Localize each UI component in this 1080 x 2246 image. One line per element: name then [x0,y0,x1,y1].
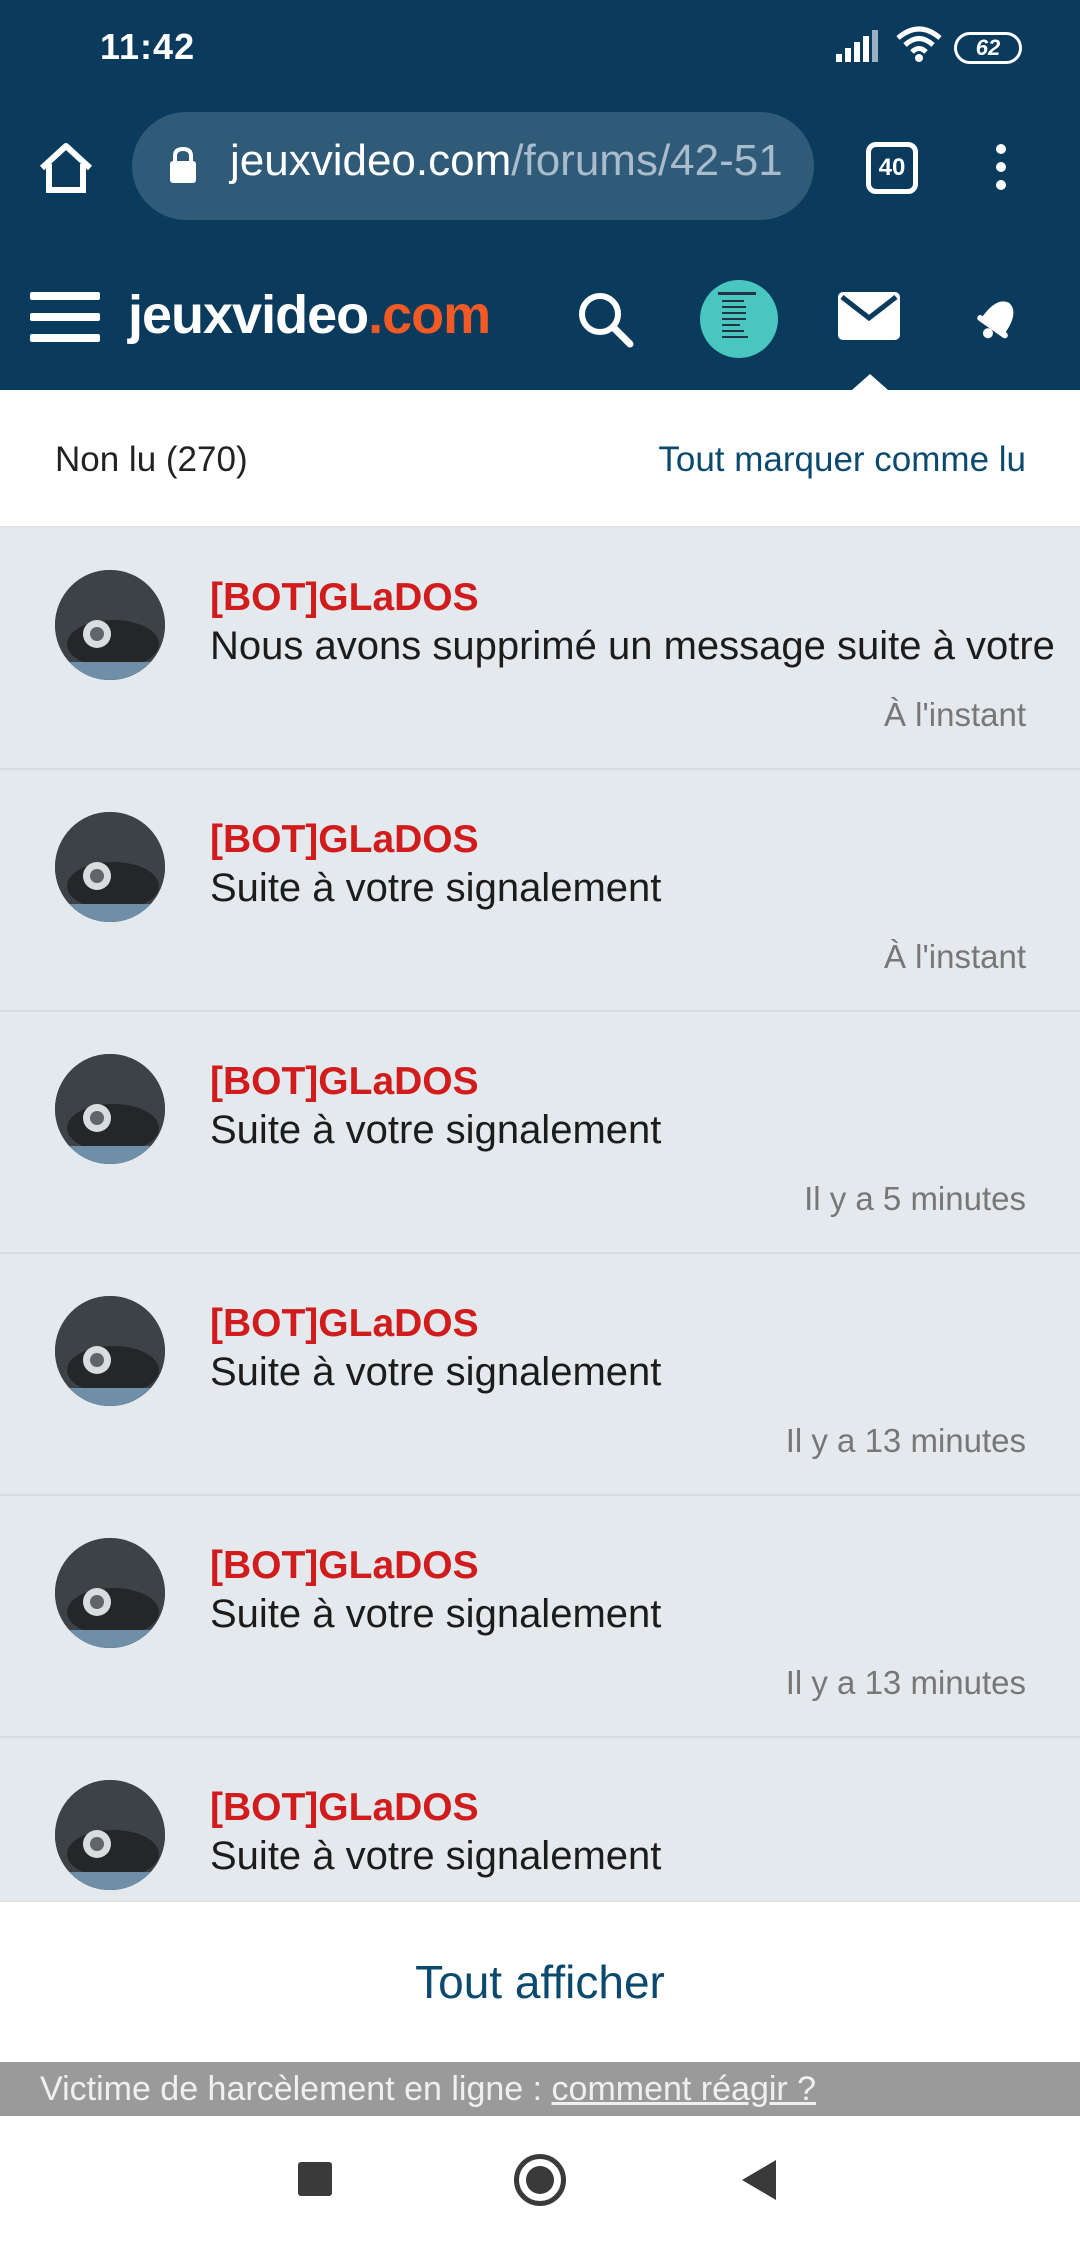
tab-switcher-button[interactable]: 40 [866,142,918,194]
notification-message: Suite à votre signalement [210,1834,662,1878]
notification-item[interactable]: [BOT]GLaDOS Suite à votre signalement Il… [0,1012,1080,1254]
user-avatar[interactable] [700,280,778,358]
notification-message: Suite à votre signalement [210,1350,662,1394]
mail-icon[interactable] [838,292,900,345]
notification-sender: [BOT]GLaDOS [210,1302,479,1345]
notification-item[interactable]: [BOT]GLaDOS Nous avons supprimé un messa… [0,528,1080,770]
show-all-link[interactable]: Tout afficher [415,1955,665,2009]
sender-avatar [55,1296,165,1406]
back-icon[interactable] [742,2160,776,2200]
home-icon[interactable] [30,132,102,204]
notification-item[interactable]: [BOT]GLaDOS Suite à votre signalement Il… [0,1254,1080,1496]
notification-item[interactable]: [BOT]GLaDOS Suite à votre signalement Il… [0,1496,1080,1738]
active-caret [852,374,888,390]
url-domain: jeuxvideo.com [230,136,512,185]
url-text: jeuxvideo.com/forums/42-51 [230,136,783,186]
harassment-help-link[interactable]: comment réagir ? [552,2070,817,2108]
notification-list: [BOT]GLaDOS Nous avons supprimé un messa… [0,528,1080,1900]
status-time: 11:42 [100,26,196,67]
status-bar: 11:42 62 [0,0,1080,96]
mark-all-read-link[interactable]: Tout marquer comme lu [658,440,1026,480]
notification-item[interactable]: [BOT]GLaDOS Suite à votre signalement [0,1738,1080,1900]
notification-time: À l'instant [883,696,1026,733]
notification-sender: [BOT]GLaDOS [210,1060,479,1103]
home-nav-icon[interactable] [514,2154,566,2206]
harassment-text: Victime de harcèlement en ligne : [40,2070,552,2108]
signal-icon [836,30,880,67]
sender-avatar [55,570,165,680]
address-bar[interactable]: jeuxvideo.com/forums/42-51 [132,112,814,220]
notification-sender: [BOT]GLaDOS [210,576,479,619]
notification-message: Suite à votre signalement [210,1108,662,1152]
logo-main: jeuxvideo [128,285,369,345]
search-icon[interactable] [576,290,634,353]
lock-icon [168,146,198,189]
notifications-header: Non lu (270) Tout marquer comme lu [0,390,1080,528]
system-nav-bar [0,2116,1080,2246]
browser-toolbar: jeuxvideo.com/forums/42-51 40 [0,96,1080,240]
unread-count: Non lu (270) [55,440,248,479]
notification-time: Il y a 5 minutes [804,1180,1026,1217]
notification-message: Suite à votre signalement [210,1592,662,1636]
url-path: /forums/42-51 [511,136,783,185]
notification-time: Il y a 13 minutes [785,1664,1026,1701]
notification-time: Il y a 13 minutes [785,1422,1026,1459]
sender-avatar [55,812,165,922]
notification-sender: [BOT]GLaDOS [210,1544,479,1587]
battery-icon: 62 [954,32,1022,64]
sender-avatar [55,1538,165,1648]
sender-avatar [55,1054,165,1164]
notification-message: Nous avons supprimé un message suite à v… [210,624,1055,668]
site-header: jeuxvideo.com [0,240,1080,390]
overflow-menu-icon[interactable] [986,140,1016,196]
hamburger-menu-icon[interactable] [30,292,100,346]
sender-avatar [55,1780,165,1890]
logo-suffix: .com [368,285,491,345]
notification-sender: [BOT]GLaDOS [210,1786,479,1829]
notification-sender: [BOT]GLaDOS [210,818,479,861]
notification-message: Suite à votre signalement [210,866,662,910]
site-logo[interactable]: jeuxvideo.com [128,284,491,346]
recents-icon[interactable] [298,2162,332,2196]
notification-time: À l'instant [883,938,1026,975]
bell-icon[interactable] [972,288,1028,349]
show-all-bar: Tout afficher [0,1900,1080,2062]
wifi-icon [896,26,942,67]
notification-item[interactable]: [BOT]GLaDOS Suite à votre signalement À … [0,770,1080,1012]
harassment-banner: Victime de harcèlement en ligne : commen… [0,2062,1080,2116]
